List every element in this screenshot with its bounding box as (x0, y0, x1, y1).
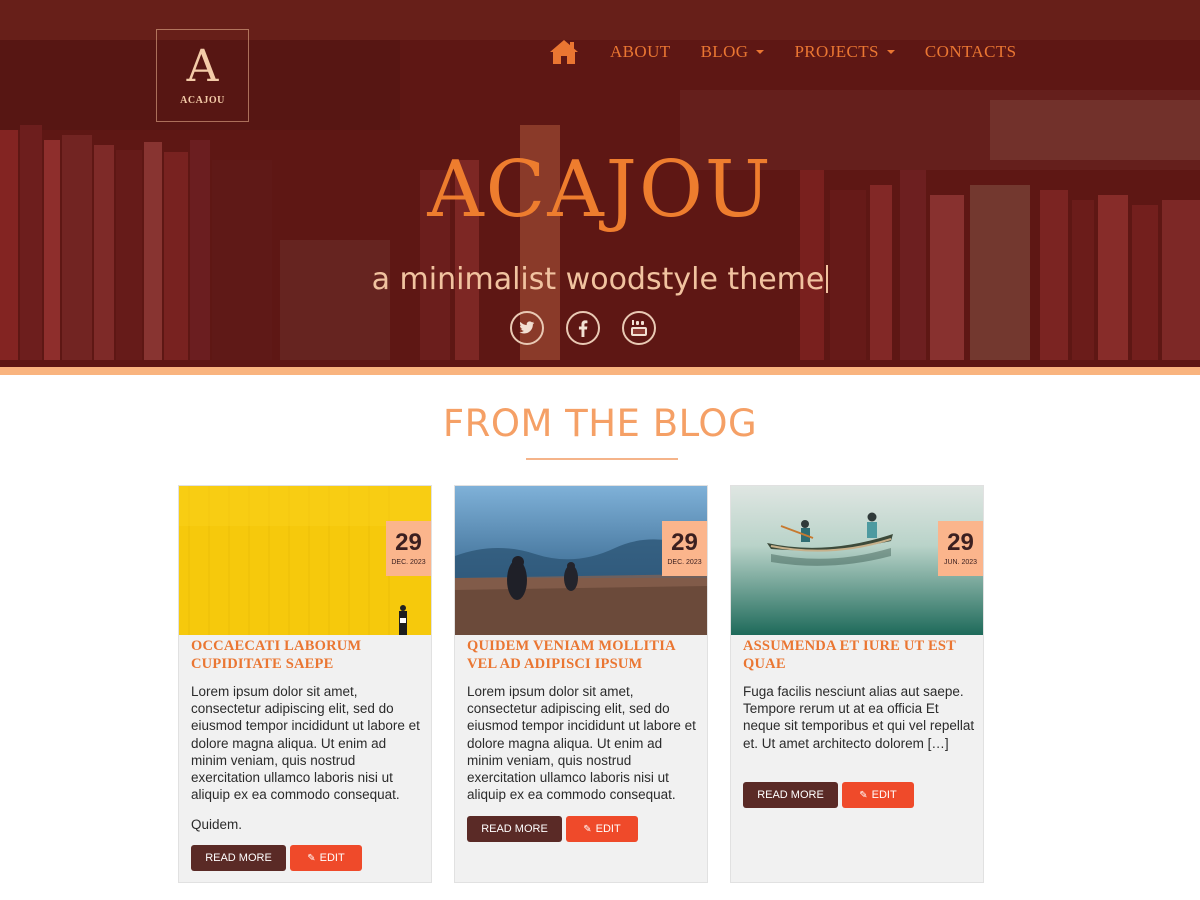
hero-title: ACAJOU (427, 145, 773, 235)
nav-home[interactable] (548, 36, 580, 68)
edit-icon: ✎ (859, 789, 868, 801)
twitter-icon (519, 321, 535, 334)
edit-label: EDIT (595, 823, 621, 835)
logo-letter: A (186, 41, 219, 92)
title-divider (526, 458, 678, 460)
post-image[interactable]: 29 DEC. 2023 (455, 486, 707, 635)
blog-card: 29 JUN. 2023 ASSUMENDA ET IURE UT EST QU… (730, 485, 984, 883)
edit-label: EDIT (871, 789, 897, 801)
post-date-badge: 29 DEC. 2023 (386, 521, 431, 576)
post-title[interactable]: OCCAECATI LABORUM CUPIDITATE SAEPE (191, 637, 423, 673)
read-more-label: READ MORE (757, 789, 824, 801)
nav-blog-label: BLOG (700, 42, 749, 61)
main-nav: ABOUT BLOG PROJECTS CONTACTS (548, 34, 1016, 70)
post-date-day: 29 (395, 529, 422, 556)
read-more-label: READ MORE (205, 852, 272, 864)
post-extra-text: Quidem. (191, 817, 243, 832)
caret-down-icon (756, 50, 765, 54)
social-links (510, 311, 656, 345)
edit-label: EDIT (319, 852, 345, 864)
nav-projects[interactable]: PROJECTS (794, 42, 895, 62)
caret-down-icon (886, 50, 895, 54)
social-twitter[interactable] (510, 311, 544, 345)
post-excerpt: Lorem ipsum dolor sit amet, consectetur … (467, 684, 696, 803)
read-more-button[interactable]: READ MORE (191, 845, 286, 871)
facebook-icon (578, 319, 588, 337)
post-title[interactable]: QUIDEM VENIAM MOLLITIA VEL AD ADIPISCI I… (467, 637, 699, 673)
hero-banner: A ACAJOU ABOUT BLOG PROJECTS CONTACTS AC… (0, 0, 1200, 367)
post-date-badge: 29 DEC. 2023 (662, 521, 707, 576)
post-date-month: DEC. 2023 (391, 559, 426, 566)
post-date-month: JUN. 2023 (943, 559, 978, 566)
post-excerpt: Fuga facilis nesciunt alias aut saepe. T… (743, 684, 975, 751)
typing-cursor (826, 265, 829, 293)
blog-card: 29 DEC. 2023 OCCAECATI LABORUM CUPIDITAT… (178, 485, 432, 883)
post-excerpt: Lorem ipsum dolor sit amet, consectetur … (191, 684, 420, 803)
post-date-day: 29 (947, 529, 974, 556)
youtube-icon (631, 320, 647, 336)
nav-about[interactable]: ABOUT (610, 42, 671, 62)
post-image[interactable]: 29 DEC. 2023 (179, 486, 431, 635)
edit-button[interactable]: ✎ EDIT (290, 845, 362, 871)
social-youtube[interactable] (622, 311, 656, 345)
nav-contacts-label: CONTACTS (924, 42, 1017, 61)
edit-icon: ✎ (583, 823, 592, 835)
hero-subtitle-text: a minimalist woodstyle theme (371, 262, 825, 297)
nav-about-label: ABOUT (610, 42, 671, 61)
post-date-month: DEC. 2023 (667, 559, 702, 566)
edit-button[interactable]: ✎ EDIT (566, 816, 638, 842)
home-icon (550, 40, 578, 64)
edit-button[interactable]: ✎ EDIT (842, 782, 914, 808)
post-image[interactable]: 29 JUN. 2023 (731, 486, 983, 635)
hero-subtitle: a minimalist woodstyle theme (0, 260, 1200, 300)
read-more-label: READ MORE (481, 823, 548, 835)
post-title[interactable]: ASSUMENDA ET IURE UT EST QUAE (743, 637, 975, 673)
nav-contacts[interactable]: CONTACTS (925, 42, 1017, 62)
post-date-badge: 29 JUN. 2023 (938, 521, 983, 576)
site-logo[interactable]: A ACAJOU (156, 29, 249, 122)
blog-card: 29 DEC. 2023 QUIDEM VENIAM MOLLITIA VEL … (454, 485, 708, 883)
post-date-day: 29 (671, 529, 698, 556)
edit-icon: ✎ (307, 852, 316, 864)
read-more-button[interactable]: READ MORE (743, 782, 838, 808)
nav-blog[interactable]: BLOG (701, 42, 765, 62)
read-more-button[interactable]: READ MORE (467, 816, 562, 842)
social-facebook[interactable] (566, 311, 600, 345)
nav-projects-label: PROJECTS (794, 42, 879, 61)
hero-bottom-strip (0, 367, 1200, 375)
logo-text: ACAJOU (180, 95, 225, 106)
blog-section-title: FROM THE BLOG (442, 402, 758, 445)
